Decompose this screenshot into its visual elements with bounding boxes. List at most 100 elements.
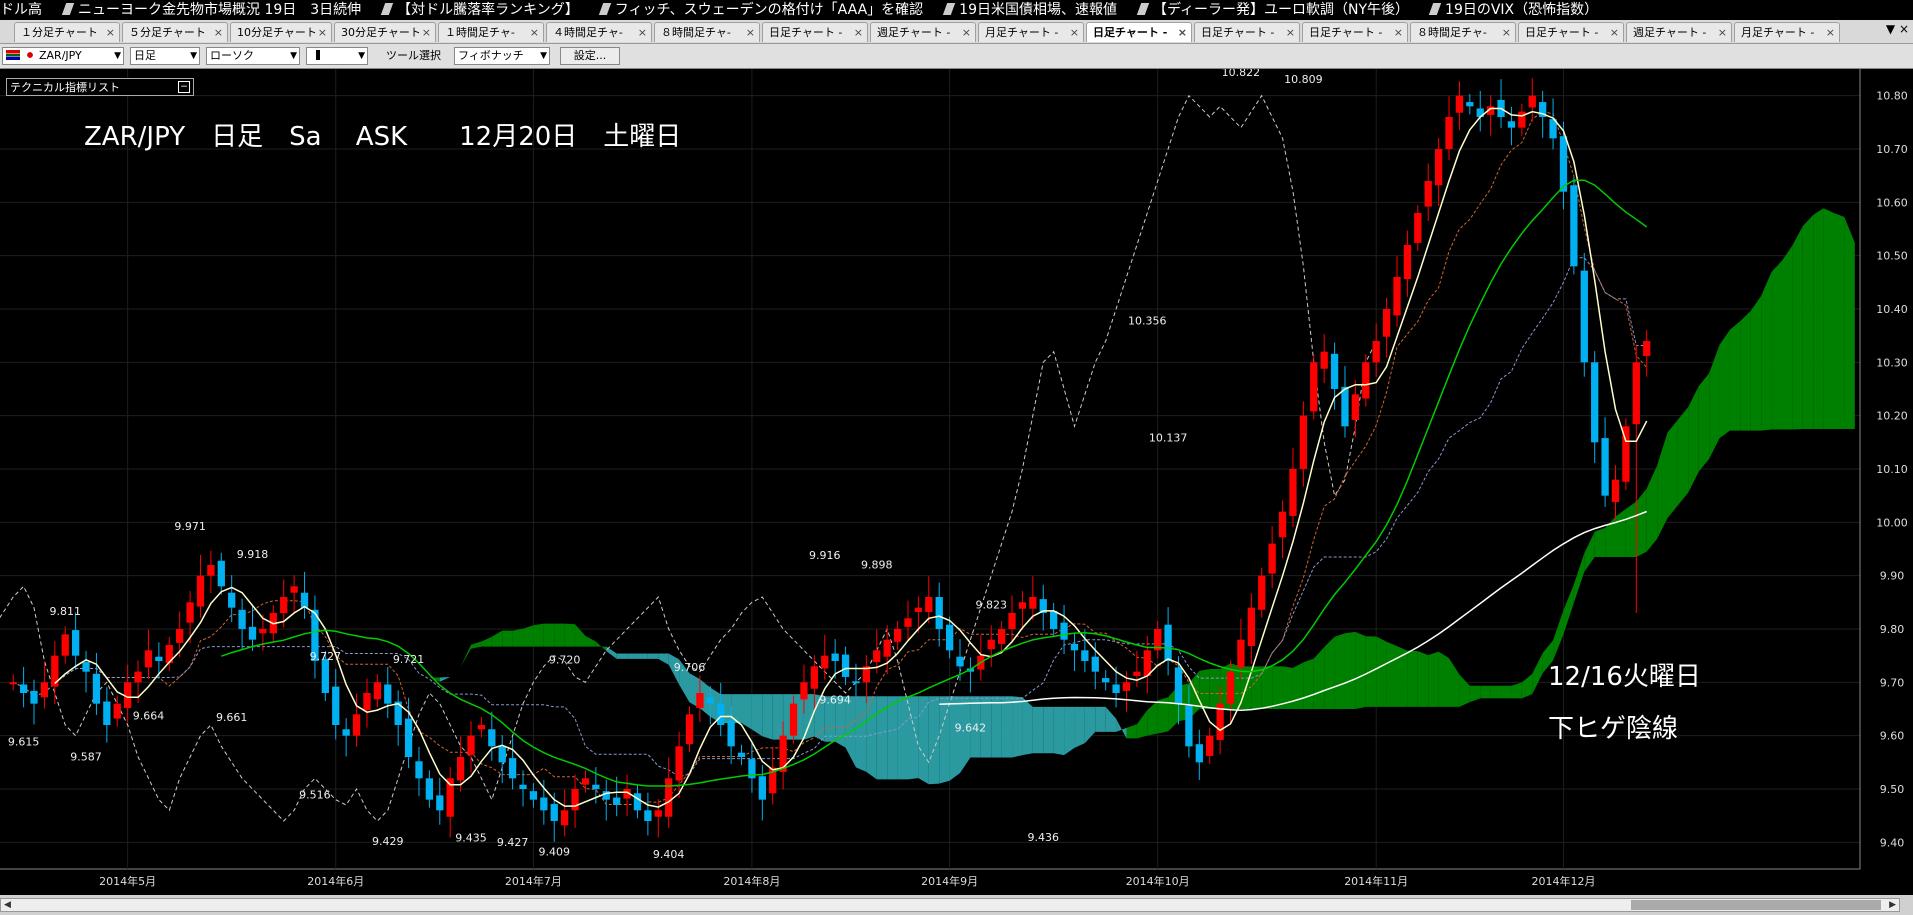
- tab-controls[interactable]: ▼ ×: [1886, 22, 1909, 36]
- tab-label: 日足チャート -: [1309, 26, 1383, 39]
- cloud-segment: [1136, 710, 1148, 739]
- tab-11[interactable]: 日足チャート - ×: [1194, 22, 1300, 42]
- tab-6[interactable]: ８時間足チャ- ×: [654, 22, 760, 42]
- tab-16[interactable]: 月足チャート - ×: [1734, 22, 1840, 42]
- tab-1[interactable]: ５分足チャート ×: [122, 22, 228, 42]
- cloud-segment: [471, 641, 482, 649]
- tab-0[interactable]: １分足チャート ×: [14, 22, 120, 42]
- bullet-icon: [380, 3, 394, 15]
- price-label: 9.706: [674, 661, 706, 674]
- tab-close-icon[interactable]: ×: [1502, 23, 1511, 42]
- candle-body: [519, 784, 527, 789]
- tab-15[interactable]: 週足チャート - ×: [1626, 22, 1732, 42]
- candle-body: [1591, 362, 1599, 443]
- tab-3[interactable]: 30分足チャート ×: [334, 22, 436, 42]
- price-label: 9.823: [975, 599, 1007, 612]
- tab-close-icon[interactable]: ×: [746, 23, 755, 42]
- candle-body: [1112, 684, 1120, 693]
- price-label: 9.727: [310, 650, 342, 663]
- collapse-icon[interactable]: −: [178, 81, 190, 93]
- candle-body: [1601, 438, 1609, 496]
- annotation-candle: 下ヒゲ陰線: [1548, 714, 1679, 744]
- pair-select[interactable]: ZAR/JPY ▼: [2, 47, 124, 65]
- candle-body: [821, 655, 829, 669]
- tool-select[interactable]: フィボナッチ ▼: [454, 47, 550, 65]
- tab-14[interactable]: 日足チャート - ×: [1518, 22, 1624, 42]
- tab-menu-icon[interactable]: ▼: [1886, 22, 1895, 36]
- scroll-left-icon[interactable]: ◀: [4, 899, 11, 911]
- tab-close-icon[interactable]: ×: [1394, 23, 1403, 42]
- ticker-item[interactable]: 19日米国債相場、速報値: [942, 0, 1117, 20]
- tab-12[interactable]: 日足チャート - ×: [1302, 22, 1408, 42]
- candle-body: [540, 797, 548, 811]
- cloud-segment: [1386, 641, 1397, 707]
- ticker-item[interactable]: 19日のVIX（恐怖指数）: [1428, 0, 1599, 20]
- candle-body: [675, 746, 683, 781]
- candle-body: [40, 682, 49, 698]
- candle-body: [956, 656, 964, 667]
- cloud-segment: [564, 623, 576, 647]
- tab-close-icon[interactable]: ×: [1286, 23, 1295, 42]
- tab-close-icon[interactable]: ×: [530, 23, 539, 42]
- tab-10[interactable]: 日足チャート - ×: [1086, 22, 1192, 42]
- candle-body: [1320, 351, 1328, 369]
- cloud-segment: [502, 630, 513, 647]
- tab-close-icon[interactable]: ×: [1826, 23, 1835, 42]
- cloud-segment: [1740, 310, 1751, 431]
- tab-2[interactable]: 10分足チャート ×: [230, 22, 332, 42]
- candle-body: [571, 789, 579, 811]
- candle-body: [1122, 682, 1131, 691]
- candle-body: [1466, 102, 1474, 107]
- tab-8[interactable]: 週足チャート - ×: [870, 22, 976, 42]
- ticker-item[interactable]: ドル高: [0, 0, 42, 20]
- settings-button[interactable]: 設定...: [560, 47, 620, 65]
- tab-close-icon[interactable]: ×: [1718, 23, 1727, 42]
- chart-type-select[interactable]: ローソク ▼: [206, 47, 300, 65]
- tab-5[interactable]: ４時間足チャ- ×: [546, 22, 652, 42]
- cloud-segment: [1563, 584, 1574, 635]
- timeframe-value: 日足: [134, 49, 156, 62]
- scroll-right-icon[interactable]: ▶: [1889, 899, 1896, 911]
- tab-close-icon[interactable]: ×: [854, 23, 863, 42]
- candle-body: [1403, 245, 1412, 280]
- tab-4[interactable]: １時間足チャ- ×: [438, 22, 544, 42]
- candle-body: [945, 624, 954, 651]
- price-label: 9.916: [809, 549, 841, 562]
- cloud-segment: [1802, 214, 1814, 429]
- close-all-icon[interactable]: ×: [1899, 22, 1909, 36]
- horizontal-scrollbar[interactable]: ◀ ▶: [0, 898, 1900, 912]
- candle-body: [352, 714, 361, 736]
- price-chart[interactable]: 9.40 9.50 9.60 9.70 9.80 9.90 10.00 10.10 10.20 1…: [0, 69, 1913, 895]
- indicator-list-panel[interactable]: テクニカル指標リスト −: [6, 78, 194, 96]
- ticker-item[interactable]: 【対ドル騰落率ランキング】: [380, 0, 579, 20]
- tab-close-icon[interactable]: ×: [1070, 23, 1079, 42]
- tab-close-icon[interactable]: ×: [422, 23, 431, 42]
- tab-13[interactable]: ８時間足チャ- ×: [1410, 22, 1516, 42]
- candle-body: [831, 653, 839, 661]
- tab-close-icon[interactable]: ×: [214, 23, 223, 42]
- tab-9[interactable]: 月足チャート - ×: [978, 22, 1084, 42]
- cloud-segment: [616, 653, 628, 659]
- tab-7[interactable]: 日足チャート - ×: [762, 22, 868, 42]
- ticker-item[interactable]: フィッチ、スウェーデンの格付け「AAA」を確認: [598, 0, 924, 20]
- ticker-text: 19日のVIX（恐怖指数）: [1445, 2, 1599, 18]
- tab-close-icon[interactable]: ×: [106, 23, 115, 42]
- cloud-segment: [1594, 527, 1606, 557]
- tab-close-icon[interactable]: ×: [1178, 23, 1187, 42]
- ticker-item[interactable]: ニューヨーク金先物市場概況 19日 3日続伸: [61, 0, 361, 20]
- cloud-segment: [855, 696, 867, 772]
- timeframe-select[interactable]: 日足 ▼: [130, 47, 200, 65]
- tab-close-icon[interactable]: ×: [638, 23, 647, 42]
- draw-style-select[interactable]: ▼: [306, 47, 368, 65]
- ticker-item[interactable]: 【ディーラー発】ユーロ軟調（NY午後）: [1136, 0, 1409, 20]
- tab-close-icon[interactable]: ×: [318, 23, 327, 42]
- tab-close-icon[interactable]: ×: [962, 23, 971, 42]
- price-label: 9.615: [8, 736, 40, 749]
- cloud-segment: [1521, 673, 1533, 699]
- cloud-segment: [949, 696, 961, 781]
- tab-close-icon[interactable]: ×: [1610, 23, 1619, 42]
- scroll-thumb[interactable]: [1631, 900, 1881, 910]
- tab-label: 月足チャート -: [1741, 26, 1815, 39]
- ticker-text: フィッチ、スウェーデンの格付け「AAA」を確認: [614, 2, 924, 18]
- candle-body: [228, 592, 236, 608]
